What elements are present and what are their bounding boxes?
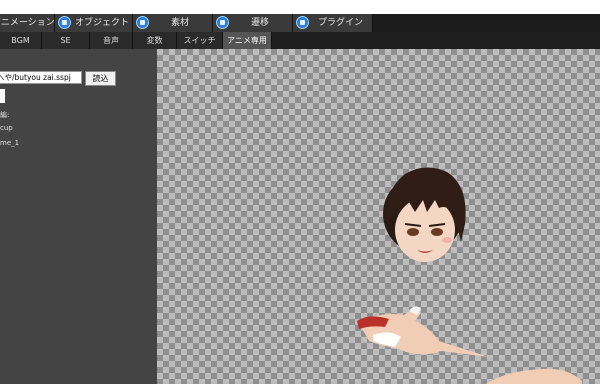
subtab-anime-only[interactable]: アニメ専用 — [223, 32, 272, 49]
sidebar-item-me1[interactable]: me_1 — [0, 139, 19, 147]
subtab-se[interactable]: SE — [42, 32, 90, 49]
object-icon — [58, 16, 71, 29]
character-head-sprite[interactable] — [365, 152, 485, 272]
tab-material[interactable]: 素材 — [133, 14, 213, 32]
main-menu-bar: アニメーション オブジェクト 素材 遷移 プラグイン — [0, 14, 600, 32]
plugin-icon — [296, 16, 309, 29]
subtab-voice[interactable]: 音声 — [90, 32, 133, 49]
tab-plugin[interactable]: プラグイン — [293, 14, 373, 32]
project-path-input[interactable]: へや/butyou zai.sspj — [0, 71, 82, 84]
tab-material-label: 素材 — [171, 18, 190, 28]
tab-transition[interactable]: 遷移 — [213, 14, 293, 32]
subtab-switch[interactable]: スイッチ — [177, 32, 223, 49]
sidebar-item-cup[interactable]: cup — [0, 124, 13, 132]
sidebar-label-edit: 編: — [0, 111, 10, 119]
tab-transition-label: 遷移 — [251, 18, 270, 28]
preview-canvas[interactable] — [157, 49, 600, 384]
sidebar-panel: へや/butyou zai.sspj 読込 編: cup me_1 — [0, 49, 157, 384]
subtab-bgm[interactable]: BGM — [0, 32, 42, 49]
sub-tab-bar: BGM SE 音声 変数 スイッチ アニメ専用 — [0, 32, 600, 49]
sidebar-toggle-box[interactable] — [0, 89, 5, 103]
load-button[interactable]: 読込 — [85, 71, 116, 86]
tab-plugin-label: プラグイン — [318, 18, 364, 28]
transition-icon — [216, 16, 229, 29]
tab-object-label: オブジェクト — [75, 18, 130, 28]
tab-object[interactable]: オブジェクト — [55, 14, 133, 32]
tab-animation-label: アニメーション — [0, 18, 55, 28]
tab-animation[interactable]: アニメーション — [0, 14, 55, 32]
window-top-strip — [0, 0, 600, 14]
character-arm-sprite[interactable] — [349, 301, 499, 371]
material-icon — [136, 16, 149, 29]
character-body-sprite[interactable] — [482, 367, 582, 384]
subtab-variable[interactable]: 変数 — [133, 32, 177, 49]
